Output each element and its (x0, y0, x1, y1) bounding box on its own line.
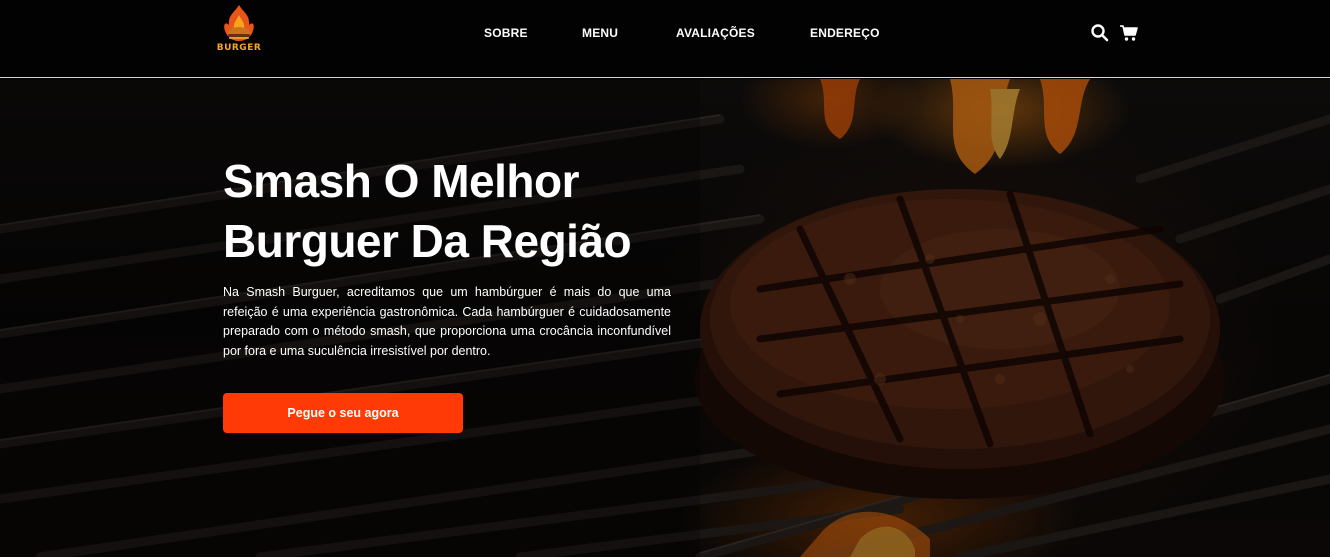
search-icon[interactable] (1090, 23, 1110, 43)
navbar: BURGER SOBRE MENU AVALIAÇÕES ENDEREÇO (0, 0, 1330, 78)
nav-link-avaliacoes[interactable]: AVALIAÇÕES (676, 26, 755, 40)
nav-link-endereco[interactable]: ENDEREÇO (810, 26, 880, 40)
cart-icon[interactable] (1119, 23, 1139, 43)
hero-section: Smash O Melhor Burguer Da Região Na Smas… (0, 79, 1330, 557)
hero-title: Smash O Melhor Burguer Da Região (223, 155, 632, 267)
nav-link-sobre[interactable]: SOBRE (484, 26, 528, 40)
order-now-button[interactable]: Pegue o seu agora (223, 393, 463, 433)
nav-link-menu[interactable]: MENU (582, 26, 618, 40)
hero-description: Na Smash Burguer, acreditamos que um ham… (223, 285, 671, 358)
